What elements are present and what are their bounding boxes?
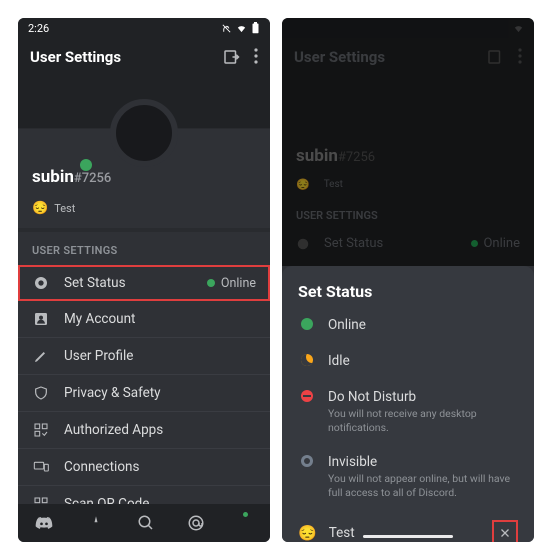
emoji: 😔 xyxy=(296,178,310,191)
battery-icon xyxy=(251,22,260,34)
set-status-row[interactable]: Set Status Online xyxy=(18,265,270,301)
dimmed-background[interactable]: User Settings subin#7256 😔 Test USER SET… xyxy=(282,18,534,266)
status-name: Invisible xyxy=(328,454,518,470)
dim-user-info: subin#7256 xyxy=(282,116,534,170)
my-account-row[interactable]: My Account xyxy=(18,301,270,338)
status-desc: You will not appear online, but will hav… xyxy=(328,472,518,499)
status-desc: You will not receive any desktop notific… xyxy=(328,407,518,434)
custom-status-text: Test xyxy=(329,525,480,541)
pencil-icon xyxy=(32,348,50,364)
page-title: User Settings xyxy=(294,48,385,66)
app-header: User Settings xyxy=(18,38,270,76)
account-icon xyxy=(32,311,50,327)
setting-label: Connections xyxy=(64,459,256,475)
setting-label: User Profile xyxy=(64,348,256,364)
status-icons xyxy=(221,22,260,34)
setting-label: My Account xyxy=(64,311,256,327)
settings-list: Set Status Online My Account User Profil… xyxy=(18,265,270,522)
sheet-title: Set Status xyxy=(296,276,520,307)
user-profile-row[interactable]: User Profile xyxy=(18,338,270,375)
app-header: User Settings xyxy=(282,38,534,76)
status-icon xyxy=(296,237,310,251)
custom-status-text: Test xyxy=(54,202,75,215)
tab-discord-icon[interactable] xyxy=(34,515,54,531)
close-icon xyxy=(499,527,511,539)
presence-dot-icon xyxy=(243,512,248,517)
discriminator: #7256 xyxy=(338,150,375,165)
setting-label: Privacy & Safety xyxy=(64,385,256,401)
online-dot-icon xyxy=(471,240,478,247)
invisible-icon xyxy=(301,455,313,467)
status-icon xyxy=(32,275,50,291)
dim-set-status-row: Set Status Online xyxy=(282,228,534,259)
setting-label: Authorized Apps xyxy=(64,422,256,438)
status-option-dnd[interactable]: Do Not Disturb You will not receive any … xyxy=(296,379,520,444)
discriminator: #7256 xyxy=(74,171,111,186)
tab-search-icon[interactable] xyxy=(137,514,155,532)
apps-icon xyxy=(32,422,50,438)
idle-icon xyxy=(301,354,313,366)
tab-bar xyxy=(18,504,270,542)
custom-status-emoji: 😔 xyxy=(32,201,48,216)
alarm-off-icon xyxy=(221,23,232,34)
gesture-bar xyxy=(363,535,453,538)
privacy-safety-row[interactable]: Privacy & Safety xyxy=(18,375,270,412)
exit-icon[interactable] xyxy=(222,48,240,66)
set-status-sheet: Set Status Online Idle Do Not Disturb Yo… xyxy=(282,266,534,542)
clear-custom-status-button[interactable] xyxy=(492,520,518,542)
status-option-invisible[interactable]: Invisible You will not appear online, bu… xyxy=(296,444,520,509)
tab-mentions-icon[interactable] xyxy=(187,514,205,532)
online-icon xyxy=(301,318,313,330)
status-bar: 2:26 xyxy=(18,18,270,38)
status-bar xyxy=(282,18,534,38)
exit-icon xyxy=(486,48,504,66)
clock: 2:26 xyxy=(28,22,49,35)
status-option-online[interactable]: Online xyxy=(296,307,520,343)
custom-status-emoji: 😔 xyxy=(298,524,317,542)
dim-custom-status: 😔 Test xyxy=(282,170,534,199)
overflow-menu-icon[interactable] xyxy=(254,48,258,66)
dnd-icon xyxy=(301,390,313,402)
status-name: Idle xyxy=(328,353,350,369)
dim-section-header: USER SETTINGS xyxy=(282,199,534,228)
tab-friends-icon[interactable] xyxy=(87,514,105,532)
status-option-idle[interactable]: Idle xyxy=(296,343,520,379)
authorized-apps-row[interactable]: Authorized Apps xyxy=(18,412,270,449)
status-name: Do Not Disturb xyxy=(328,389,518,405)
section-header: USER SETTINGS xyxy=(18,232,270,265)
shield-icon xyxy=(32,385,50,401)
setting-label: Set Status xyxy=(64,275,193,291)
connections-row[interactable]: Connections xyxy=(18,449,270,486)
wifi-icon xyxy=(236,23,247,34)
avatar[interactable] xyxy=(110,99,178,167)
custom-status[interactable]: 😔 Test xyxy=(18,195,270,228)
username: subin xyxy=(296,146,338,166)
overflow-menu-icon xyxy=(518,48,522,66)
setting-value: Online xyxy=(207,276,256,291)
status-name: Online xyxy=(328,317,366,333)
online-dot-icon xyxy=(207,279,215,287)
phone-right: User Settings subin#7256 😔 Test USER SET… xyxy=(282,18,534,542)
page-title: User Settings xyxy=(30,48,121,66)
presence-indicator xyxy=(80,159,92,171)
phone-left: 2:26 User Settings subin#7 xyxy=(18,18,270,542)
username: subin xyxy=(32,167,74,187)
devices-icon xyxy=(32,459,50,475)
wifi-icon xyxy=(513,23,524,34)
